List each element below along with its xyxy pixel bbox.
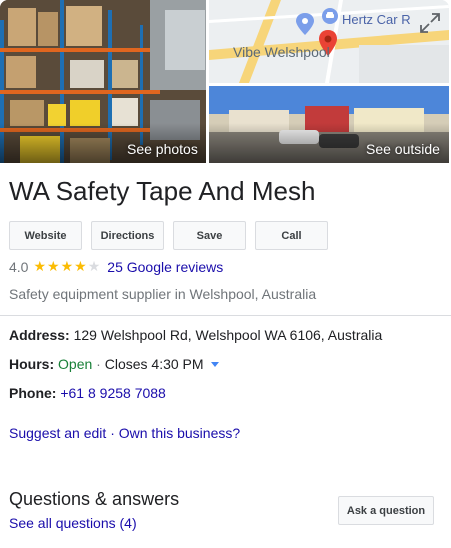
map-thumbnail[interactable]: Hertz Car R Vibe Welshpool bbox=[209, 0, 449, 83]
pin-circle-icon bbox=[296, 13, 314, 40]
hours-row: Hours: Open · Closes 4:30 PM bbox=[9, 356, 220, 372]
ask-question-button[interactable]: Ask a question bbox=[338, 496, 434, 525]
see-photos-label[interactable]: See photos bbox=[127, 141, 198, 157]
suggest-edit-link[interactable]: Suggest an edit bbox=[9, 425, 106, 441]
phone-link[interactable]: +61 8 9258 7088 bbox=[60, 385, 166, 401]
expand-icon[interactable] bbox=[417, 10, 443, 36]
see-outside-label[interactable]: See outside bbox=[366, 141, 440, 157]
map-area-label: Vibe Welshpool bbox=[233, 44, 330, 60]
business-category: Safety equipment supplier in Welshpool, … bbox=[9, 286, 317, 302]
qa-heading: Questions & answers bbox=[9, 489, 180, 509]
phone-row: Phone: +61 8 9258 7088 bbox=[9, 385, 166, 401]
star-icon: ★ bbox=[74, 259, 88, 275]
website-button[interactable]: Website bbox=[9, 221, 82, 250]
star-empty-icon: ★ bbox=[87, 259, 102, 275]
hours-status: Open bbox=[58, 356, 93, 372]
hours-separator: · bbox=[96, 356, 101, 372]
star-icon: ★ bbox=[47, 259, 61, 275]
chevron-down-icon[interactable] bbox=[211, 362, 220, 367]
address-label: Address: bbox=[9, 327, 70, 343]
hours-close[interactable]: Closes 4:30 PM bbox=[105, 356, 204, 372]
call-button[interactable]: Call bbox=[255, 221, 328, 250]
own-business-link[interactable]: Own this business? bbox=[119, 425, 240, 441]
hours-label: Hours: bbox=[9, 356, 55, 372]
photo-warehouse[interactable]: See photos bbox=[0, 0, 206, 163]
save-button[interactable]: Save bbox=[173, 221, 246, 250]
rating-stars: ★★★★★ bbox=[33, 259, 101, 275]
rating-row: 4.0 ★★★★★ 25 Google reviews bbox=[9, 259, 223, 275]
photo-outside[interactable]: See outside bbox=[209, 86, 449, 163]
divider bbox=[0, 315, 451, 316]
edit-links: Suggest an edit · Own this business? bbox=[9, 425, 240, 441]
car-icon bbox=[322, 8, 338, 24]
phone-label: Phone: bbox=[9, 385, 57, 401]
address-row: Address: 129 Welshpool Rd, Welshpool WA … bbox=[9, 327, 382, 343]
reviews-link[interactable]: 25 Google reviews bbox=[107, 259, 223, 275]
star-icon: ★ bbox=[33, 259, 48, 275]
directions-button[interactable]: Directions bbox=[91, 221, 164, 250]
edit-separator: · bbox=[110, 425, 115, 441]
business-name: WA Safety Tape And Mesh bbox=[9, 176, 316, 206]
rating-value: 4.0 bbox=[9, 259, 29, 275]
map-poi-label: Hertz Car R bbox=[342, 12, 411, 27]
see-all-questions-link[interactable]: See all questions (4) bbox=[9, 515, 137, 531]
action-buttons: Website Directions Save Call bbox=[9, 221, 337, 250]
address-value[interactable]: 129 Welshpool Rd, Welshpool WA 6106, Aus… bbox=[74, 327, 383, 343]
star-icon: ★ bbox=[60, 259, 75, 275]
